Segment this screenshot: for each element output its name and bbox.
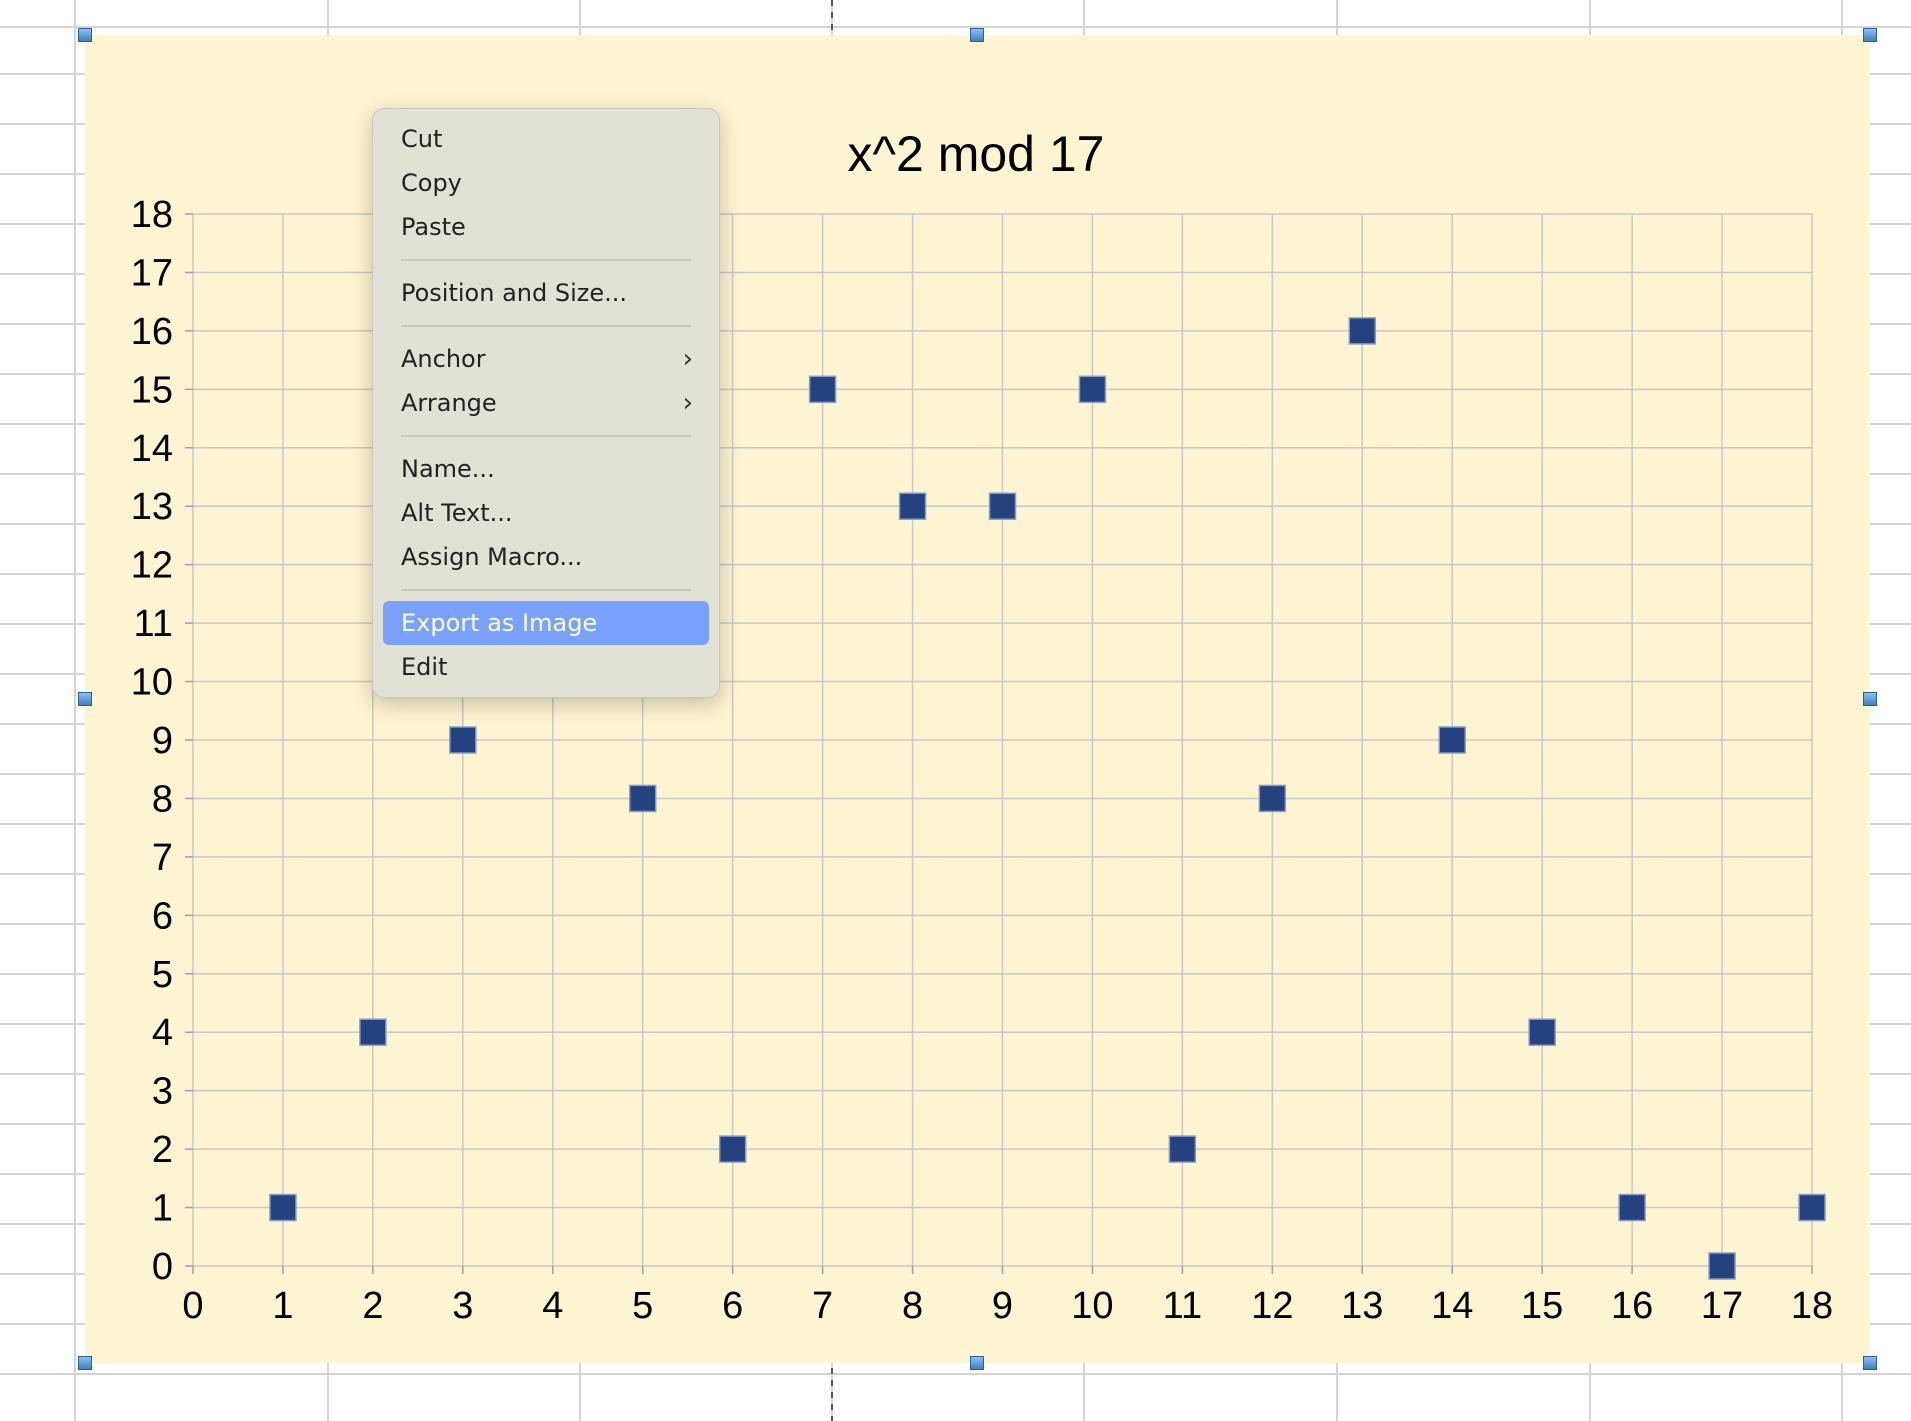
data-point[interactable] [1258,784,1287,813]
y-tick-label: 13 [131,486,173,528]
x-tick-label: 1 [272,1285,293,1327]
chevron-right-icon: › [682,344,693,374]
y-tick-label: 6 [152,895,173,937]
y-tick-label: 1 [152,1188,173,1230]
y-tick-label: 18 [131,194,173,236]
y-tick-label: 9 [152,720,173,762]
menu-item-label: Export as Image [401,609,598,637]
x-tick-label: 4 [542,1285,563,1327]
y-tick-label: 12 [131,545,173,587]
menu-item-label: Copy [401,169,462,197]
context-menu: Cut Copy Paste Position and Size... Anchor › A… [372,108,720,698]
y-tick-label: 15 [131,369,173,411]
x-tick-label: 7 [812,1285,833,1327]
y-tick-label: 2 [152,1129,173,1171]
menu-item-position-and-size[interactable]: Position and Size... [383,271,709,315]
y-tick-label: 3 [152,1071,173,1113]
y-tick-label: 7 [152,837,173,879]
resize-handle-bottom-center[interactable] [970,1356,984,1370]
x-tick-label: 17 [1701,1285,1743,1327]
x-tick-label: 14 [1431,1285,1473,1327]
resize-handle-top-center[interactable] [970,28,984,42]
resize-handle-top-left[interactable] [78,28,92,42]
resize-handle-top-right[interactable] [1863,28,1877,42]
menu-item-label: Cut [401,125,443,153]
x-tick-label: 6 [722,1285,743,1327]
menu-item-cut[interactable]: Cut [383,117,709,161]
menu-item-edit[interactable]: Edit [383,645,709,689]
y-tick-label: 17 [131,252,173,294]
y-tick-label: 16 [131,311,173,353]
x-tick-label: 0 [182,1285,203,1327]
menu-separator [401,589,691,591]
menu-item-export-as-image[interactable]: Export as Image [383,601,709,645]
data-point[interactable] [628,784,657,813]
data-point[interactable] [718,1135,747,1163]
data-point[interactable] [1438,726,1466,754]
x-tick-label: 9 [992,1285,1013,1327]
x-tick-label: 8 [902,1285,923,1327]
menu-separator [401,435,691,437]
resize-handle-middle-right[interactable] [1863,692,1877,706]
menu-item-anchor[interactable]: Anchor › [383,337,709,381]
x-tick-label: 3 [452,1285,473,1327]
menu-item-label: Name... [401,455,495,483]
y-tick-label: 14 [131,428,173,470]
menu-item-label: Position and Size... [401,279,628,307]
data-point[interactable] [898,492,927,520]
chart-object[interactable]: 0 1 2 3 4 5 6 7 8 9 10 11 12 13 14 15 16 17 18 0 1 2 3 4 5 6 7 8 9 10… [85,35,1870,1363]
menu-item-name[interactable]: Name... [383,447,709,491]
x-tick-label: 18 [1791,1285,1833,1327]
x-tick-label: 10 [1071,1285,1113,1327]
data-point[interactable] [988,492,1017,520]
menu-separator [401,325,691,327]
menu-item-label: Assign Macro... [401,543,583,571]
data-point[interactable] [269,1193,297,1222]
y-tick-label: 11 [134,603,173,645]
data-point[interactable] [1528,1018,1556,1046]
data-point[interactable] [449,726,477,754]
menu-item-paste[interactable]: Paste [383,205,709,249]
menu-item-alt-text[interactable]: Alt Text... [383,491,709,535]
chevron-right-icon: › [682,388,693,418]
menu-item-label: Edit [401,653,448,681]
menu-item-label: Alt Text... [401,499,513,527]
menu-item-label: Anchor [401,345,486,373]
data-point[interactable] [1168,1135,1197,1163]
menu-item-arrange[interactable]: Arrange › [383,381,709,425]
menu-item-label: Arrange [401,389,497,417]
resize-handle-bottom-left[interactable] [78,1356,92,1370]
data-point[interactable] [1078,375,1107,404]
y-tick-label: 8 [152,778,173,820]
resize-handle-bottom-right[interactable] [1863,1356,1877,1370]
menu-item-label: Paste [401,213,466,241]
menu-separator [401,259,691,261]
data-point[interactable] [1708,1252,1736,1280]
x-tick-label: 2 [362,1285,383,1327]
x-tick-label: 12 [1251,1285,1293,1327]
data-point[interactable] [1798,1193,1826,1222]
x-tick-label: 5 [632,1285,653,1327]
x-tick-label: 11 [1163,1285,1202,1327]
data-point[interactable] [359,1018,387,1046]
y-tick-label: 5 [152,954,173,996]
y-tick-label: 10 [131,662,173,704]
data-point[interactable] [1348,317,1377,345]
resize-handle-middle-left[interactable] [78,692,92,706]
y-tick-label: 4 [152,1012,173,1054]
x-tick-label: 16 [1611,1285,1653,1327]
y-tick-label: 0 [152,1246,173,1288]
data-point[interactable] [1618,1193,1646,1222]
x-tick-label: 13 [1341,1285,1383,1327]
scatter-chart: 0 1 2 3 4 5 6 7 8 9 10 11 12 13 14 15 16 17 18012345678910… [131,126,1833,1327]
data-point[interactable] [808,375,837,404]
chart-title: x^2 mod 17 [848,126,1105,182]
x-tick-label: 15 [1521,1285,1563,1327]
menu-item-assign-macro[interactable]: Assign Macro... [383,535,709,579]
menu-item-copy[interactable]: Copy [383,161,709,205]
